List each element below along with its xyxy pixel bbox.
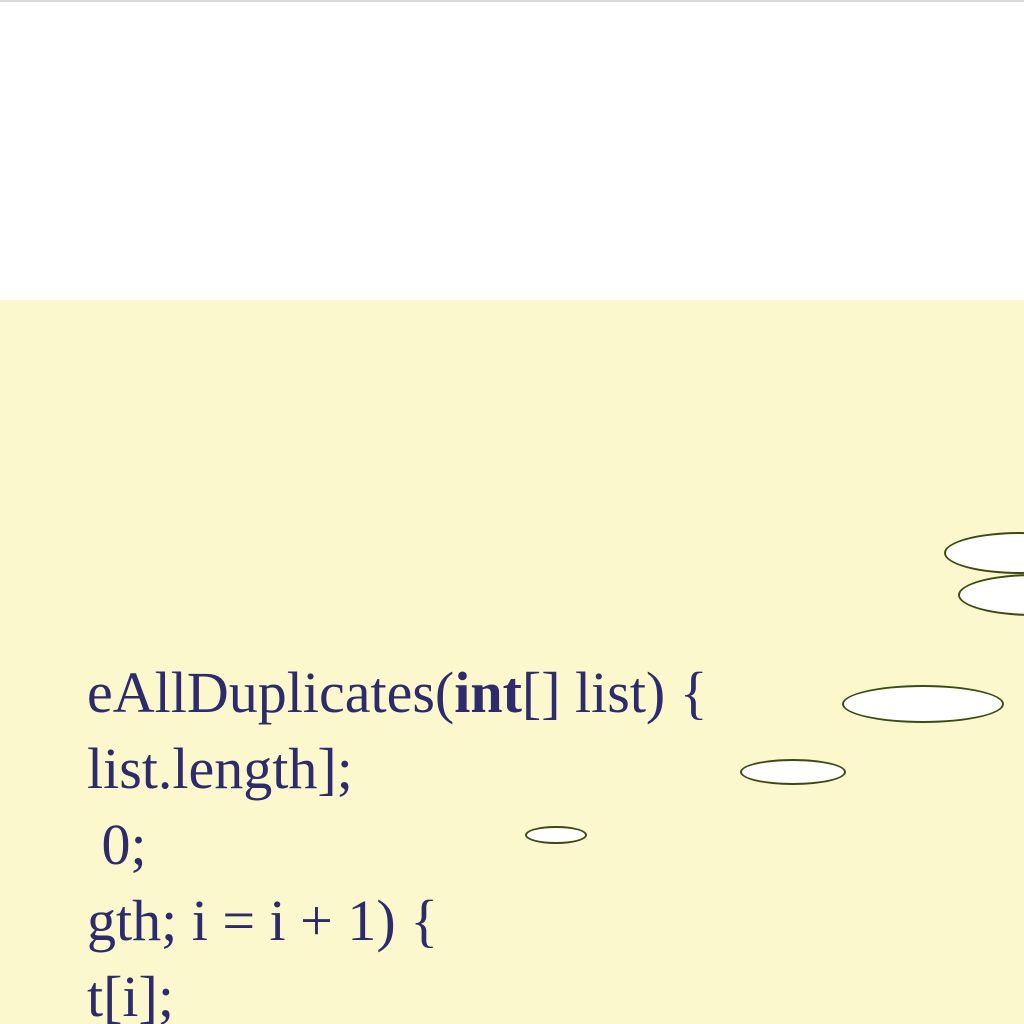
- code-block: eAllDuplicates(int[] list) { list.length…: [0, 300, 1024, 1024]
- code-line-6: st(Arrays.copyOf(newList, nrOfStore: [0, 986, 958, 1024]
- ellipse-icon: [525, 826, 587, 844]
- ellipse-icon: [944, 532, 1024, 574]
- ellipse-icon: [958, 574, 1024, 616]
- top-divider: [0, 0, 1024, 2]
- keyword-int: int: [454, 660, 522, 725]
- ellipse-icon: [740, 759, 846, 785]
- page: eAllDuplicates(int[] list) { list.length…: [0, 0, 1024, 1024]
- ellipse-icon: [842, 685, 1004, 723]
- code-text: [] list) {: [522, 660, 708, 725]
